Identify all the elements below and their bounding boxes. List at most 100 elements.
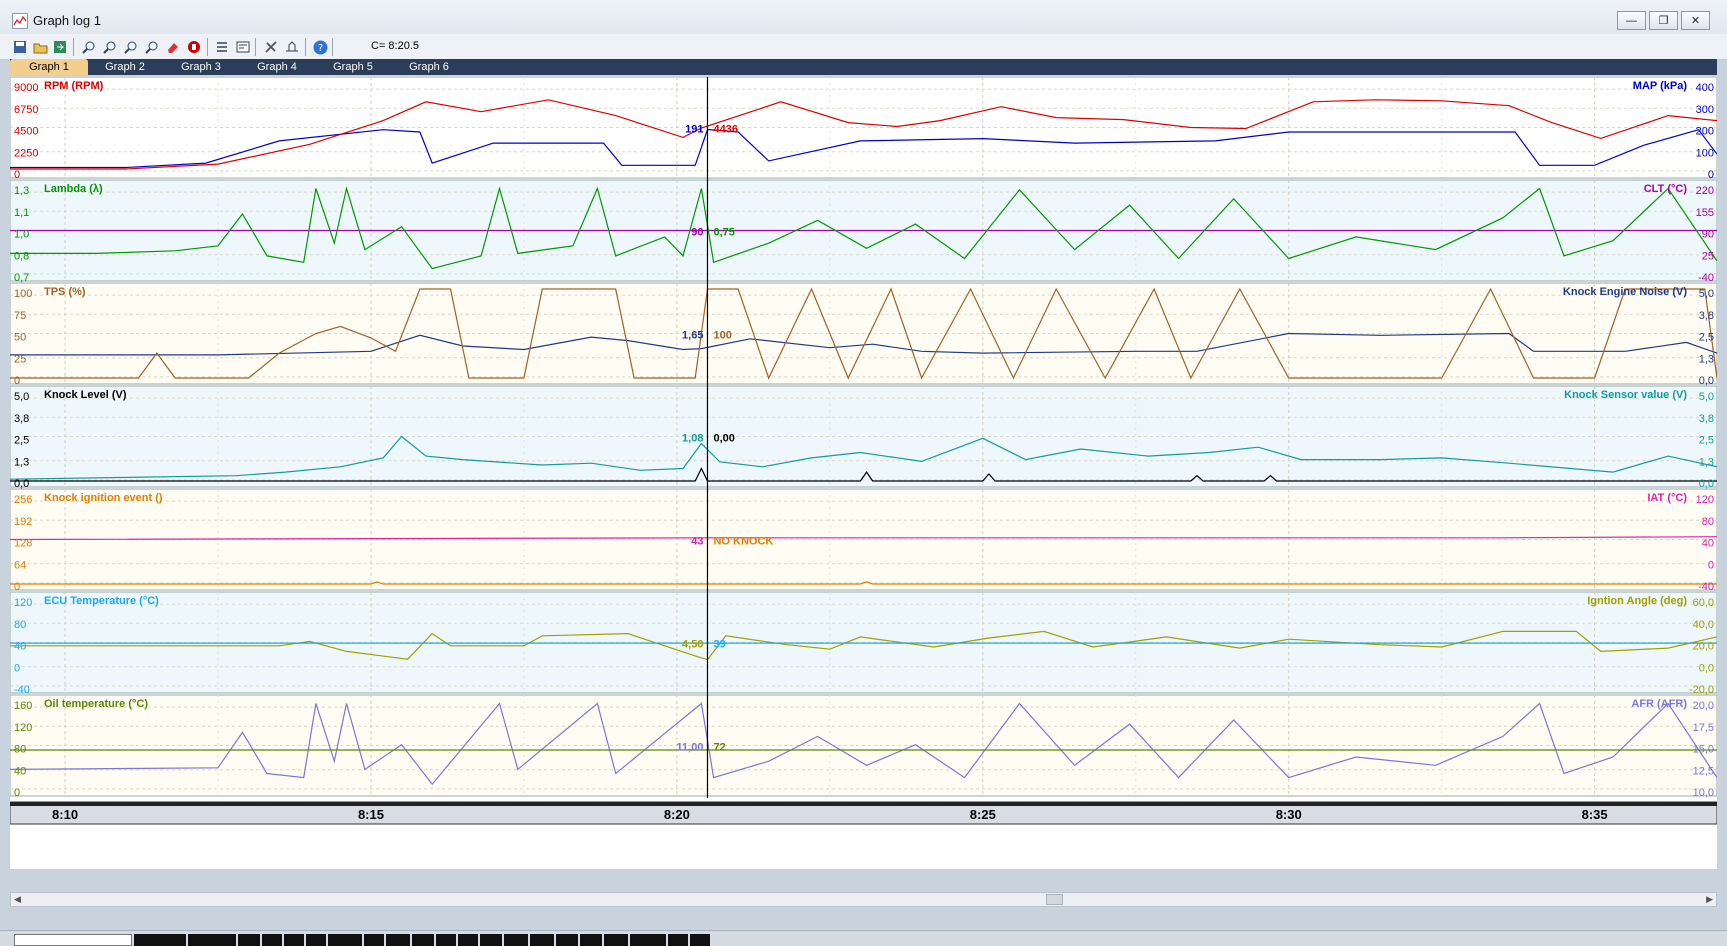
right-tick-label: 0,0 [1699,662,1714,674]
cursor-left-value: NO KNOCK [713,536,773,548]
right-tick-label: -40 [1698,272,1714,284]
left-tick-label: 1,1 [14,207,29,219]
right-tick-label: 25 [1702,250,1714,262]
cursor-left-value: 0,00 [713,433,734,445]
tab-graph-5[interactable]: Graph 5 [314,59,392,75]
left-tick-label: 80 [14,744,26,756]
export-icon[interactable] [51,38,69,56]
right-tick-label: 40 [1702,538,1714,550]
help-icon[interactable]: ? [311,38,329,56]
left-tick-label: 120 [14,597,32,609]
minimize-button[interactable]: — [1617,11,1646,30]
right-series-name: IAT (°C) [1647,492,1687,504]
time-tick-label: 8:30 [1276,807,1302,822]
left-tick-label: 1,3 [14,456,29,468]
cursor-left-value: 72 [713,742,725,754]
left-tick-label: 5,0 [14,391,29,403]
open-folder-icon[interactable] [31,38,49,56]
graph-plot-svg[interactable]: 900067504500225004003002001000RPM (RPM) M… [9,76,1718,869]
tab-graph-3[interactable]: Graph 3 [162,59,240,75]
left-tick-label: 80 [14,619,26,631]
right-tick-label: 100 [1696,147,1714,159]
right-tick-label: 5,0 [1699,288,1714,300]
right-tick-label: 5,0 [1699,391,1714,403]
cursor-right-value: 1,08 [682,433,703,445]
left-tick-label: 120 [14,722,32,734]
left-tick-label: -40 [14,684,30,696]
left-tick-label: 256 [14,494,32,506]
tools-icon[interactable] [262,38,280,56]
scrollbar-thumb[interactable] [1046,894,1063,905]
cursor-sync-icon[interactable] [283,38,301,56]
right-series-name: CLT (°C) [1644,183,1688,195]
cursor-left-value: 4436 [713,124,737,136]
list-icon[interactable] [213,38,231,56]
left-tick-label: 0 [14,375,20,387]
left-series-name: Knock ignition event () [44,492,163,504]
right-tick-label: 40,0 [1693,619,1714,631]
right-tick-label: 200 [1696,126,1714,138]
eraser-icon[interactable] [164,38,182,56]
left-tick-label: 0 [14,787,20,799]
tab-graph-1[interactable]: Graph 1 [10,59,88,75]
graph-tabs: Graph 1 Graph 2 Graph 3 Graph 4 Graph 5 … [10,59,1717,75]
left-series-name: RPM (RPM) [44,80,104,92]
left-series-name: Oil temperature (°C) [44,698,148,710]
right-tick-label: 300 [1696,104,1714,116]
right-tick-label: 2,5 [1699,435,1714,447]
save-icon[interactable] [11,38,29,56]
restore-button[interactable]: ❐ [1649,11,1678,30]
left-series-name: TPS (%) [44,286,86,298]
scroll-left-icon[interactable]: ◀ [14,894,21,905]
right-tick-label: 2,5 [1699,332,1714,344]
left-tick-label: 100 [14,288,32,300]
right-tick-label: 20,0 [1693,641,1714,653]
left-series-name: Lambda (λ) [44,183,103,195]
cursor-right-value: 4,50 [682,639,703,651]
left-tick-label: 0,8 [14,250,29,262]
cursor-right-value: 191 [685,124,703,136]
properties-icon[interactable] [234,38,252,56]
left-tick-label: 64 [14,559,26,571]
record-icon[interactable] [185,38,203,56]
left-tick-label: 2250 [14,147,38,159]
zoom-out-icon[interactable] [101,38,119,56]
zoom-in-icon[interactable] [80,38,98,56]
right-tick-label: 60,0 [1693,597,1714,609]
close-button[interactable]: ✕ [1681,11,1710,30]
left-tick-label: 0 [14,662,20,674]
left-tick-label: 1,0 [14,229,29,241]
graph-log-icon [12,13,28,29]
tab-graph-4[interactable]: Graph 4 [238,59,316,75]
right-tick-label: 0,0 [1699,478,1714,490]
right-tick-label: 10,0 [1693,787,1714,799]
tab-graph-6[interactable]: Graph 6 [390,59,468,75]
left-tick-label: 9000 [14,82,38,94]
cursor-right-value: 11,00 [677,742,704,754]
graph-area[interactable]: 9000 6750 4500 2250 0 400 300 200 100 0 RPM (RPM) M… [9,76,1718,869]
minimize-icon: — [1626,14,1637,27]
right-tick-label: -20,0 [1689,684,1714,696]
zoom-area-icon[interactable] [143,38,161,56]
left-tick-label: 6750 [14,104,38,116]
horizontal-scrollbar[interactable]: ◀ ▶ [10,892,1717,907]
scroll-right-icon[interactable]: ▶ [1706,894,1713,905]
left-tick-label: 50 [14,332,26,344]
right-tick-label: 3,8 [1699,310,1714,322]
right-tick-label: 17,5 [1693,722,1714,734]
left-tick-label: 1,3 [14,185,29,197]
left-tick-label: 40 [14,641,26,653]
left-tick-label: 3,8 [14,413,29,425]
left-tick-label: 128 [14,538,32,550]
time-tick-label: 8:20 [664,807,690,822]
right-series-name: Igntion Angle (deg) [1587,595,1687,607]
cursor-left-value: 0,75 [713,227,734,239]
left-tick-label: 0,7 [14,272,29,284]
tab-graph-2[interactable]: Graph 2 [86,59,164,75]
time-axis-top-edge [10,802,1717,806]
right-tick-label: 400 [1696,82,1714,94]
time-tick-label: 8:35 [1582,807,1608,822]
left-tick-label: 2,5 [14,435,29,447]
zoom-fit-icon[interactable] [122,38,140,56]
right-tick-label: 1,3 [1699,353,1714,365]
